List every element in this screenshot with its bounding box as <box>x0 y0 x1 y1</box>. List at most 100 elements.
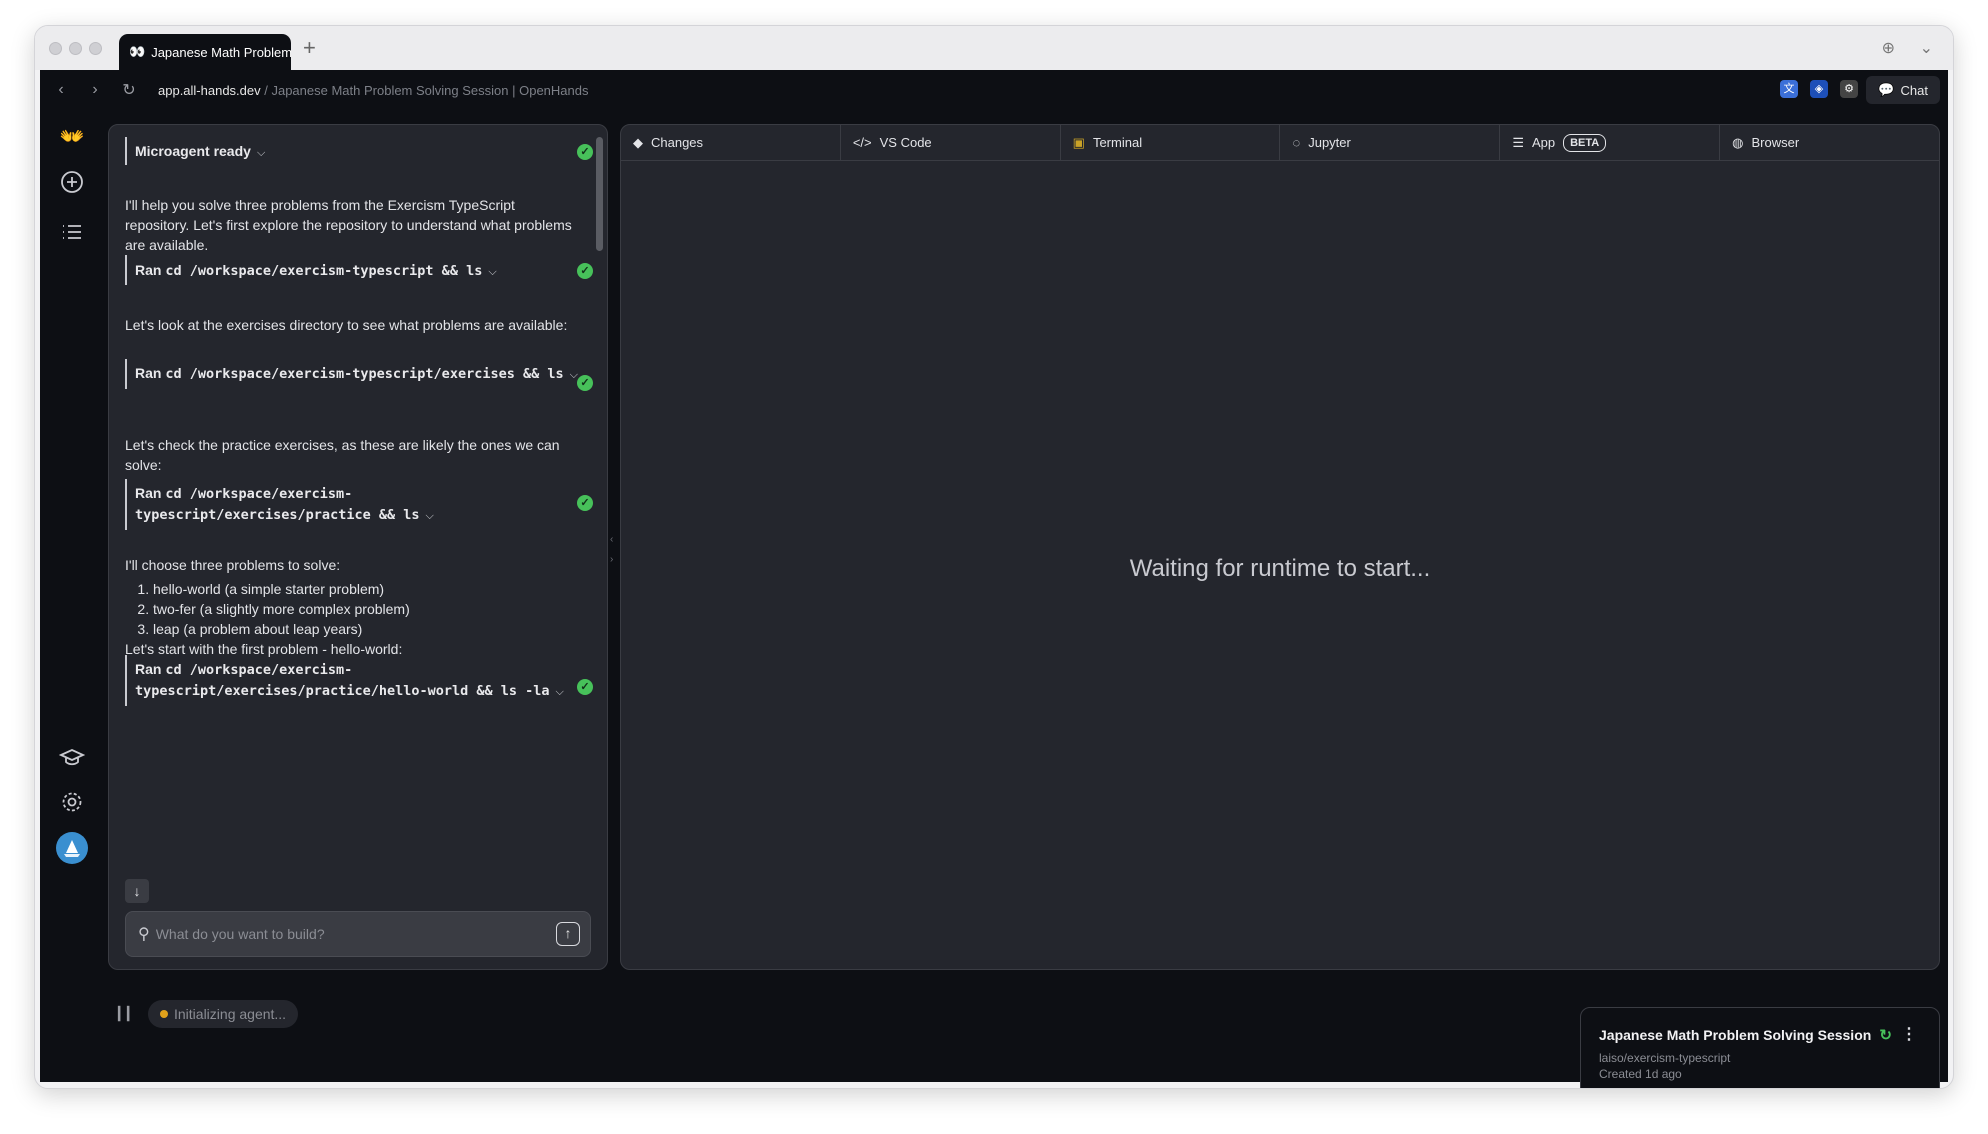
command-block[interactable]: Ran cd /workspace/exercism-typescript/ex… <box>125 359 581 389</box>
chat-button[interactable]: 💬 Chat <box>1866 76 1940 104</box>
back-button[interactable]: ‹ <box>44 81 78 99</box>
chevron-down-icon: ⌵ <box>555 686 564 698</box>
workspace-tabs: ◆ Changes </> VS Code ▣ Terminal ◌ Jupyter ☰… <box>621 125 1939 161</box>
send-button[interactable]: ↑ <box>556 922 580 946</box>
settings-button[interactable] <box>58 788 86 816</box>
url-path: / Japanese Math Problem Solving Session … <box>260 82 589 98</box>
ran-label: Ran <box>135 485 162 501</box>
url-field[interactable]: app.all-hands.dev / Japanese Math Proble… <box>158 83 588 98</box>
tab-label: Jupyter <box>1308 135 1351 150</box>
command-text: cd /workspace/exercism-typescript/exerci… <box>135 662 550 699</box>
conversation-repo: laiso/exercism-typescript <box>1599 1051 1731 1065</box>
download-icon[interactable]: ⊕ <box>1882 38 1895 58</box>
command-text: cd /workspace/exercism-typescript/exerci… <box>135 486 420 523</box>
tab-label: App <box>1531 135 1556 150</box>
tab-label: Changes <box>651 135 704 150</box>
microagent-status[interactable]: Microagent ready ⌵ <box>125 137 581 165</box>
beta-badge: BETA <box>1563 133 1607 152</box>
chat-panel: Microagent ready ⌵ ✓ I'll help you solve … <box>108 124 608 970</box>
conversation-card[interactable]: Japanese Math Problem Solving Session ↻ … <box>1580 1007 1940 1088</box>
git-diamond-icon: ◆ <box>633 134 643 150</box>
tab-vscode[interactable]: </> VS Code <box>841 125 1061 160</box>
tab-label: Terminal <box>1092 135 1143 150</box>
assistant-message: Let's look at the exercises directory to… <box>125 317 568 333</box>
command-block[interactable]: Ran cd /workspace/exercism-typescript/ex… <box>125 655 581 706</box>
message-text: I'll choose three problems to solve: <box>125 557 341 573</box>
globe-icon: ◍ <box>1732 134 1744 150</box>
server-icon: ☰ <box>1512 134 1524 150</box>
tab-browser[interactable]: ◍ Browser <box>1720 125 1939 160</box>
chat-input-box: ⚲ ↑ <box>125 911 591 957</box>
command-block[interactable]: Ran cd /workspace/exercism-typescript/ex… <box>125 479 581 530</box>
arrow-up-icon: ↑ <box>564 925 572 941</box>
new-conversation-button[interactable] <box>58 168 86 196</box>
browser-tab-active[interactable]: 👀 Japanese Math Problem Solving Session … <box>119 34 291 70</box>
assistant-message: Let's check the practice exercises, as t… <box>125 437 560 473</box>
chat-input[interactable] <box>155 926 556 942</box>
docs-button[interactable] <box>58 744 86 772</box>
chevron-down-icon: ⌵ <box>256 147 266 159</box>
workspace-panel: ◆ Changes </> VS Code ▣ Terminal ◌ Jupyter ☰… <box>620 124 1940 970</box>
conversations-list-button[interactable] <box>58 218 86 246</box>
command-text: cd /workspace/exercism-typescript/exerci… <box>165 366 564 382</box>
tab-app[interactable]: ☰ App BETA <box>1500 125 1721 160</box>
tab-label: Browser <box>1751 135 1800 150</box>
chat-scrollbar[interactable] <box>596 137 603 251</box>
jupyter-icon: ◌ <box>1292 135 1301 150</box>
list-item: two-fer (a slightly more complex problem… <box>153 599 581 619</box>
check-icon: ✓ <box>577 495 593 511</box>
panel-resize-handle[interactable]: ‹ › <box>610 530 613 570</box>
ran-label: Ran <box>135 365 162 381</box>
conversation-title-row: Japanese Math Problem Solving Session ↻ <box>1599 1026 1921 1044</box>
translate-extension-icon[interactable]: 文 <box>1780 80 1798 98</box>
command-text: cd /workspace/exercism-typescript && ls <box>165 263 483 279</box>
browser-tab-title: Japanese Math Problem Solving Session | … <box>151 44 291 60</box>
scroll-to-bottom-button[interactable]: ↓ <box>125 879 149 903</box>
favicon-icon: 👀 <box>129 44 146 59</box>
browser-tab-bar: 👀 Japanese Math Problem Solving Session … <box>35 26 1953 70</box>
extension-icon[interactable]: ⚙ <box>1840 80 1858 98</box>
assistant-message: I'll choose three problems to solve: hel… <box>125 555 581 659</box>
avatar[interactable] <box>56 832 88 864</box>
new-tab-button[interactable]: + <box>303 36 316 60</box>
bitwarden-extension-icon[interactable]: ◈ <box>1810 80 1828 98</box>
sailboat-icon <box>64 840 80 857</box>
terminal-icon: ▣ <box>1072 134 1085 150</box>
plus-circle-icon <box>61 171 83 193</box>
chevron-down-icon[interactable]: ⌄ <box>1920 38 1933 58</box>
agent-status-bar: ▎▎ Initializing agent... <box>118 1000 299 1028</box>
openhands-logo-icon[interactable]: 👐 <box>58 122 86 150</box>
runtime-waiting-message: Waiting for runtime to start... <box>1129 555 1431 582</box>
chevron-down-icon: ⌵ <box>425 510 434 522</box>
maximize-window-button[interactable] <box>89 42 102 55</box>
tab-changes[interactable]: ◆ Changes <box>621 125 841 160</box>
openhands-app: 👐 Microagent ready ⌵ ✓ I'll help you sol… <box>40 110 1948 1088</box>
paperclip-icon[interactable]: ⚲ <box>138 924 150 944</box>
assistant-message: I'll help you solve three problems from … <box>125 197 572 253</box>
address-bar: ‹ › ↻ app.all-hands.dev / Japanese Math … <box>40 70 1948 110</box>
more-options-icon[interactable]: ⋮ <box>1901 1024 1917 1044</box>
chat-bubble-icon: 💬 <box>1878 82 1895 97</box>
minimize-window-button[interactable] <box>69 42 82 55</box>
status-dot-icon <box>160 1010 168 1018</box>
check-icon: ✓ <box>577 263 593 279</box>
ran-label: Ran <box>135 262 162 278</box>
ran-label: Ran <box>135 661 162 677</box>
gear-icon <box>62 792 82 812</box>
tab-jupyter[interactable]: ◌ Jupyter <box>1280 125 1501 160</box>
forward-button[interactable]: › <box>78 81 112 99</box>
arrow-down-icon: ↓ <box>133 883 141 899</box>
agent-status-pill: Initializing agent... <box>148 1000 299 1028</box>
tab-terminal[interactable]: ▣ Terminal <box>1061 125 1281 160</box>
command-block[interactable]: Ran cd /workspace/exercism-typescript &&… <box>125 255 581 285</box>
reload-button[interactable]: ↻ <box>112 80 146 100</box>
chat-button-label: Chat <box>1900 82 1928 98</box>
conversation-created: Created 1d ago <box>1599 1067 1682 1081</box>
conversation-title: Japanese Math Problem Solving Session <box>1599 1027 1872 1043</box>
pause-button[interactable]: ▎▎ <box>118 1006 137 1022</box>
check-icon: ✓ <box>577 679 593 695</box>
agent-status-text: Initializing agent... <box>174 1006 287 1022</box>
conversation-meta: laiso/exercism-typescript Created 1d ago <box>1599 1050 1921 1082</box>
close-window-button[interactable] <box>49 42 62 55</box>
check-icon: ✓ <box>577 375 593 391</box>
